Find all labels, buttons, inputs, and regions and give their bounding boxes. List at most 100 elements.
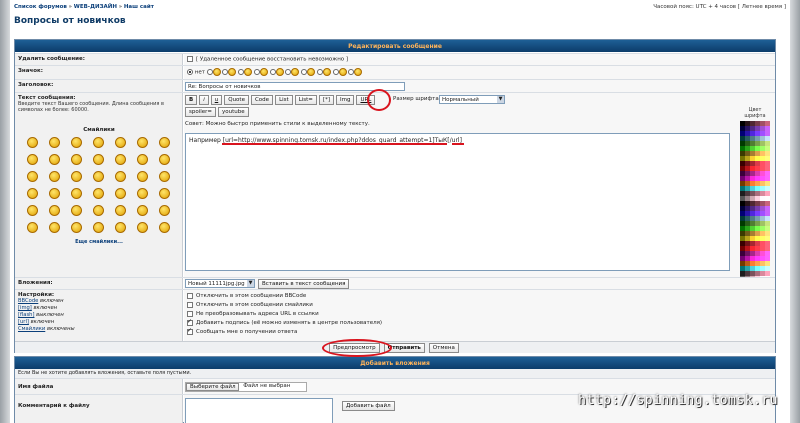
add-file-button[interactable]: Добавить файл [342, 401, 395, 411]
smiley-icon[interactable] [114, 171, 126, 182]
option-checkbox[interactable] [187, 310, 193, 317]
smiley-icon[interactable] [92, 205, 104, 216]
insert-attachment-button[interactable]: Вставить в текст сообщения [258, 279, 350, 289]
spoiler-button[interactable]: spoiler= [185, 107, 217, 117]
smiley-icon[interactable] [136, 154, 148, 165]
cancel-button[interactable]: Отмена [428, 343, 459, 353]
smiley-icon[interactable] [48, 222, 60, 233]
smiley-icon[interactable] [158, 137, 170, 148]
submit-button[interactable]: Отправить [383, 343, 425, 353]
icon-radio[interactable] [269, 69, 276, 75]
underline-button[interactable]: u [210, 95, 223, 105]
smiley-icon[interactable] [48, 188, 60, 199]
preview-button[interactable]: Предпросмотр [329, 343, 380, 353]
list-button[interactable]: List [275, 95, 293, 105]
settings-item: [url] включен [18, 319, 179, 326]
subject-row: Заголовок: Re: Вопросы от новичков [15, 79, 775, 92]
smiley-icon[interactable] [26, 205, 38, 216]
smiley-icon[interactable] [114, 154, 126, 165]
bold-button[interactable]: B [185, 95, 198, 105]
smilies-grid [21, 137, 177, 233]
smiley-icon[interactable] [136, 137, 148, 148]
smiley-icon[interactable] [92, 188, 104, 199]
delete-checkbox[interactable] [187, 56, 193, 62]
smiley-icon[interactable] [136, 222, 148, 233]
settings-row: Настройки: BBCode включен [img] включен … [15, 289, 775, 341]
message-textarea[interactable]: Например [url=http://www.spinning.tomsk.… [185, 133, 730, 271]
smiley-icon[interactable] [48, 154, 60, 165]
choose-file-button[interactable]: Выберите файл [186, 383, 240, 391]
smiley-icon[interactable] [70, 188, 82, 199]
smiley-icon[interactable] [114, 205, 126, 216]
smiley-icon[interactable] [136, 205, 148, 216]
breadcrumb-our-site[interactable]: Наш сайт [124, 4, 154, 10]
smiley-icon[interactable] [26, 137, 38, 148]
attachments-row: Вложения: Новый 11111jpg.jpg ▼ Вставить … [15, 277, 775, 289]
smiley-icon[interactable] [70, 222, 82, 233]
quote-button[interactable]: Quote [224, 95, 249, 105]
img-button[interactable]: Img [335, 95, 355, 105]
smiley-icon[interactable] [48, 137, 60, 148]
option-checkbox[interactable] [187, 327, 193, 335]
color-swatches[interactable] [740, 121, 770, 281]
img-link[interactable]: [img] [18, 305, 32, 311]
list-ordered-button[interactable]: List= [294, 95, 317, 105]
smiley-icon[interactable] [92, 222, 104, 233]
color-palette: Цвет шрифта [740, 107, 770, 281]
add-attachments-panel: Добавить вложения Если Вы не хотите доба… [14, 356, 776, 423]
smiley-icon[interactable] [92, 137, 104, 148]
comment-textarea[interactable] [185, 398, 333, 423]
url-link[interactable]: [url] [18, 319, 29, 325]
smiley-icon[interactable] [114, 137, 126, 148]
bbcode-link[interactable]: BBCode [18, 298, 38, 304]
icon-radio[interactable] [332, 69, 339, 75]
attachment-select[interactable]: Новый 11111jpg.jpg ▼ [185, 279, 255, 288]
url-button[interactable]: URL [356, 95, 376, 105]
italic-button[interactable]: i [199, 95, 209, 105]
option-checkbox[interactable] [187, 292, 193, 299]
top-bar: Список форумов » WEB-ДИЗАЙН » Наш сайт Ч… [14, 2, 786, 11]
breadcrumb-web-design[interactable]: WEB-ДИЗАЙН [74, 4, 117, 10]
flash-link[interactable]: [flash] [18, 312, 35, 318]
smiley-icon[interactable] [136, 188, 148, 199]
icon-row: Значок: нет [15, 65, 775, 79]
list-item-button[interactable]: [*] [318, 95, 334, 105]
smiley-icon[interactable] [158, 154, 170, 165]
smiley-icon[interactable] [114, 222, 126, 233]
smiley-icon[interactable] [114, 188, 126, 199]
icon-radio-none[interactable] [187, 69, 193, 75]
smiley-icon[interactable] [158, 188, 170, 199]
smiley-icon[interactable] [26, 188, 38, 199]
option-checkbox[interactable] [187, 301, 193, 308]
smiley-icon[interactable] [70, 171, 82, 182]
smiley-icon[interactable] [158, 171, 170, 182]
breadcrumb-forums[interactable]: Список форумов [14, 4, 67, 10]
font-size-value: Нормальный [442, 97, 479, 103]
font-size-select[interactable]: Нормальный ▼ [439, 95, 505, 104]
option-checkbox[interactable] [187, 318, 193, 326]
smiley-icon[interactable] [70, 154, 82, 165]
option-label: Отключить в этом сообщении смайлики [196, 302, 313, 308]
smiley-icon[interactable] [48, 205, 60, 216]
breadcrumb: Список форумов » WEB-ДИЗАЙН » Наш сайт [14, 4, 154, 10]
smiley-icon[interactable] [26, 154, 38, 165]
smiley-icon[interactable] [26, 222, 38, 233]
smiley-icon[interactable] [158, 205, 170, 216]
youtube-button[interactable]: youtube [218, 107, 249, 117]
post-icon [275, 68, 284, 76]
smiley-icon[interactable] [70, 205, 82, 216]
smiley-icon[interactable] [48, 171, 60, 182]
smiley-icon[interactable] [158, 222, 170, 233]
option-label: Отключить в этом сообщении BBCode [196, 293, 307, 299]
smiley-icon[interactable] [70, 137, 82, 148]
smiley-icon[interactable] [92, 171, 104, 182]
subject-input[interactable]: Re: Вопросы от новичков [185, 82, 405, 91]
code-button[interactable]: Code [250, 95, 274, 105]
icon-radio[interactable] [206, 69, 213, 75]
more-smilies-link[interactable]: Еще смайлики... [21, 239, 177, 245]
smiley-icon[interactable] [92, 154, 104, 165]
settings-list: BBCode включен [img] включен [flash] вык… [18, 298, 179, 333]
smiley-icon[interactable] [136, 171, 148, 182]
smilies-link[interactable]: Смайлики [18, 326, 45, 332]
smiley-icon[interactable] [26, 171, 38, 182]
